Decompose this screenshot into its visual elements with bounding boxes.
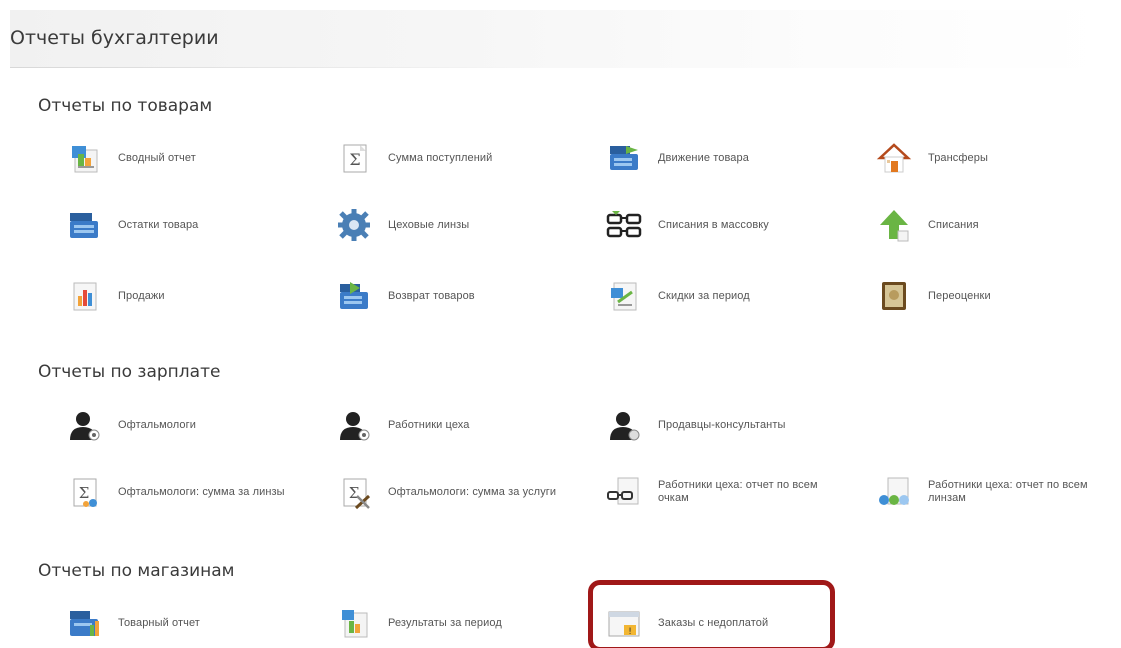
section-title-salary: Отчеты по зарплате bbox=[38, 362, 221, 382]
gear-icon bbox=[336, 207, 372, 243]
report-label: Сумма поступлений bbox=[388, 151, 493, 164]
report-label: Списания bbox=[928, 218, 979, 231]
report-sales-consultants[interactable]: Продавцы-консультанты bbox=[606, 405, 861, 445]
report-workshop-all-lenses[interactable]: Работники цеха: отчет по всем линзам bbox=[876, 472, 1121, 512]
report-stock[interactable]: Остатки товара bbox=[66, 205, 321, 245]
arrow-up-icon bbox=[876, 207, 912, 243]
goods-report-icon bbox=[66, 605, 102, 641]
report-label: Списания в массовку bbox=[658, 218, 769, 231]
report-label: Продажи bbox=[118, 289, 165, 302]
page-header: Отчеты бухгалтерии bbox=[10, 10, 1110, 68]
summary-report-icon bbox=[66, 140, 102, 176]
report-workshop-all-glasses[interactable]: Работники цеха: отчет по всем очкам bbox=[606, 472, 861, 512]
report-label: Работники цеха: отчет по всем очкам bbox=[658, 479, 818, 504]
report-label: Остатки товара bbox=[118, 218, 199, 231]
report-goods-return[interactable]: Возврат товаров bbox=[336, 276, 591, 316]
report-label: Работники цеха bbox=[388, 418, 470, 431]
report-label: Движение товара bbox=[658, 151, 749, 164]
user-icon bbox=[336, 407, 372, 443]
report-label: Товарный отчет bbox=[118, 616, 200, 629]
section-title-stores: Отчеты по магазинам bbox=[38, 561, 235, 581]
report-revaluations[interactable]: Переоценки bbox=[876, 276, 1121, 316]
report-label: Возврат товаров bbox=[388, 289, 475, 302]
house-icon bbox=[876, 140, 912, 176]
glasses-document-icon bbox=[606, 474, 642, 510]
sigma-document-icon: Σ bbox=[336, 140, 372, 176]
cash-register-return-icon bbox=[336, 278, 372, 314]
report-ophthalmologists-lenses-sum[interactable]: Σ Офтальмологи: сумма за линзы bbox=[66, 472, 321, 512]
report-label: Цеховые линзы bbox=[388, 218, 470, 231]
cash-register-move-icon bbox=[606, 140, 642, 176]
report-writeoffs[interactable]: Списания bbox=[876, 205, 1121, 245]
report-mass-writeoff[interactable]: Списания в массовку bbox=[606, 205, 861, 245]
header-divider bbox=[10, 67, 530, 68]
report-period-results[interactable]: Результаты за период bbox=[336, 603, 591, 643]
report-goods-report[interactable]: Товарный отчет bbox=[66, 603, 321, 643]
period-results-icon bbox=[336, 605, 372, 641]
report-label: Трансферы bbox=[928, 151, 989, 164]
report-workshop-lenses[interactable]: Цеховые линзы bbox=[336, 205, 591, 245]
discount-document-icon bbox=[606, 278, 642, 314]
report-label: Переоценки bbox=[928, 289, 991, 302]
report-goods-movement[interactable]: Движение товара bbox=[606, 138, 861, 178]
report-label: Скидки за период bbox=[658, 289, 750, 302]
report-label: Сводный отчет bbox=[118, 151, 196, 164]
report-label: Работники цеха: отчет по всем линзам bbox=[928, 479, 1088, 504]
report-ophthalmologists[interactable]: Офтальмологи bbox=[66, 405, 321, 445]
report-sales[interactable]: Продажи bbox=[66, 276, 321, 316]
report-label: Офтальмологи: сумма за услуги bbox=[388, 485, 557, 498]
cash-register-icon bbox=[66, 207, 102, 243]
glasses-icon bbox=[606, 207, 642, 243]
sigma-tools-icon: Σ bbox=[336, 474, 372, 510]
report-transfers[interactable]: Трансферы bbox=[876, 138, 1121, 178]
price-book-icon bbox=[876, 278, 912, 314]
report-label: Результаты за период bbox=[388, 616, 502, 629]
section-title-goods: Отчеты по товарам bbox=[38, 96, 213, 116]
report-receipts-sum[interactable]: Σ Сумма поступлений bbox=[336, 138, 591, 178]
svg-text:Σ: Σ bbox=[349, 150, 360, 169]
report-label: Офтальмологи: сумма за линзы bbox=[118, 485, 285, 498]
report-summary[interactable]: Сводный отчет bbox=[66, 138, 321, 178]
report-workshop-workers[interactable]: Работники цеха bbox=[336, 405, 591, 445]
user-icon bbox=[606, 407, 642, 443]
report-ophthalmologists-services-sum[interactable]: Σ Офтальмологи: сумма за услуги bbox=[336, 472, 591, 512]
report-discounts[interactable]: Скидки за период bbox=[606, 276, 861, 316]
page-title: Отчеты бухгалтерии bbox=[10, 27, 219, 49]
highlight-frame bbox=[588, 580, 835, 648]
lenses-document-icon bbox=[876, 474, 912, 510]
svg-text:Σ: Σ bbox=[79, 484, 90, 502]
sigma-lens-icon: Σ bbox=[66, 474, 102, 510]
svg-text:Σ: Σ bbox=[349, 484, 360, 502]
report-label: Продавцы-консультанты bbox=[658, 418, 786, 431]
report-label: Офтальмологи bbox=[118, 418, 197, 431]
bar-chart-icon bbox=[66, 278, 102, 314]
user-icon bbox=[66, 407, 102, 443]
